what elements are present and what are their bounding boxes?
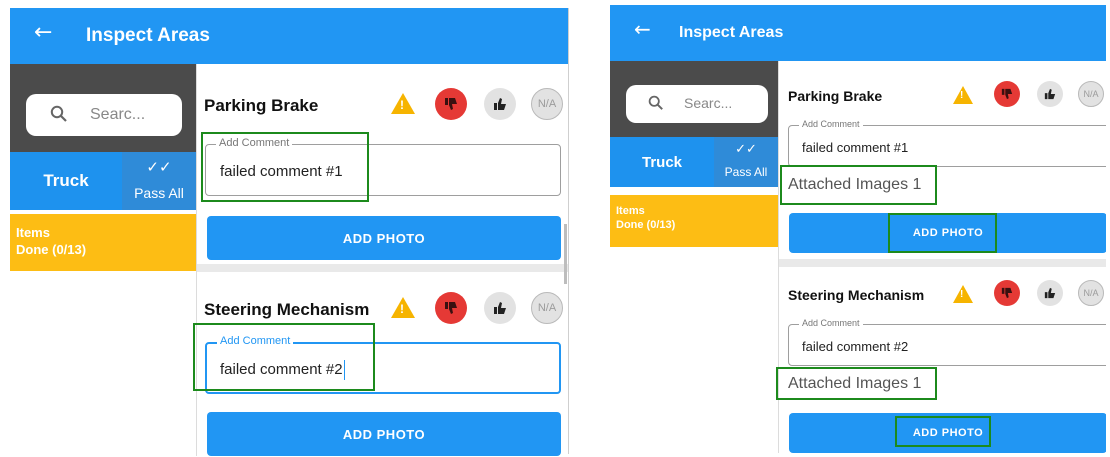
double-check-icon: ✓✓ bbox=[735, 142, 757, 157]
warning-icon: ! bbox=[391, 93, 415, 114]
comment-field[interactable]: Add Comment failed comment #2 bbox=[788, 318, 1106, 366]
warning-icon: ! bbox=[953, 285, 973, 303]
inspection-list: Parking Brake ! N/A Add Comment failed c… bbox=[778, 61, 1106, 453]
back-arrow-icon[interactable]: ← bbox=[634, 17, 651, 41]
na-button[interactable]: N/A bbox=[1078, 81, 1104, 107]
comment-field-label: Add Comment bbox=[799, 318, 863, 328]
scrollbar[interactable] bbox=[564, 224, 567, 284]
tab-truck[interactable]: Truck bbox=[10, 152, 122, 210]
items-done-count: Done (0/13) bbox=[16, 242, 87, 257]
thumbs-up-icon bbox=[494, 98, 506, 110]
na-button[interactable]: N/A bbox=[531, 292, 563, 324]
items-label: Items bbox=[16, 225, 50, 240]
thumbs-up-button[interactable] bbox=[484, 88, 516, 120]
thumbs-down-icon bbox=[445, 302, 457, 314]
thumbs-down-icon bbox=[1001, 287, 1013, 299]
thumbs-up-icon bbox=[494, 302, 506, 314]
search-input[interactable]: Searc... bbox=[626, 85, 768, 123]
items-label: Items bbox=[616, 205, 645, 217]
item-title: Parking Brake bbox=[204, 96, 319, 115]
double-check-icon: ✓✓ bbox=[146, 158, 172, 176]
tab-bar: Truck ✓✓ Pass All bbox=[610, 137, 778, 187]
comment-field-value: failed comment #2 bbox=[220, 360, 345, 380]
na-label: N/A bbox=[537, 98, 557, 110]
search-input[interactable]: Searc... bbox=[26, 94, 182, 136]
page-title: Inspect Areas bbox=[679, 24, 784, 41]
item-title: Steering Mechanism bbox=[204, 300, 370, 319]
page-title: Inspect Areas bbox=[86, 25, 210, 46]
item-divider bbox=[197, 264, 568, 272]
tab-truck-label: Truck bbox=[43, 171, 89, 190]
thumbs-down-button[interactable] bbox=[435, 88, 467, 120]
thumbs-up-icon bbox=[1044, 88, 1056, 100]
search-placeholder: Searc... bbox=[90, 106, 146, 123]
tab-bar: Truck ✓✓ Pass All bbox=[10, 152, 196, 210]
search-icon bbox=[50, 105, 68, 128]
comment-field-label: Add Comment bbox=[799, 119, 863, 129]
screen-separator bbox=[568, 8, 569, 454]
items-progress: Items Done (0/13) bbox=[610, 195, 778, 247]
add-photo-button[interactable]: ADD PHOTO bbox=[207, 412, 561, 456]
item-title: Parking Brake bbox=[788, 88, 883, 104]
comment-field-label: Add Comment bbox=[217, 335, 294, 347]
item-divider bbox=[779, 259, 1106, 267]
left-panel: Searc... Truck ✓✓ Pass All Items Done (0… bbox=[610, 61, 778, 453]
search-icon bbox=[648, 95, 664, 116]
app-bar: ← Inspect Areas bbox=[10, 8, 568, 64]
thumbs-down-button[interactable] bbox=[994, 81, 1020, 107]
items-progress: Items Done (0/13) bbox=[10, 214, 196, 271]
comment-field-value: failed comment #2 bbox=[802, 339, 909, 354]
comment-field-value: failed comment #1 bbox=[220, 163, 343, 180]
na-label: N/A bbox=[537, 302, 557, 314]
attached-images-label: Attached Images 1 bbox=[788, 375, 922, 392]
tab-truck-label: Truck bbox=[641, 153, 683, 171]
screen-after: ← Inspect Areas Searc... Truck ✓✓ Pass A… bbox=[610, 5, 1106, 453]
na-label: N/A bbox=[1083, 89, 1099, 99]
add-photo-button[interactable]: ADD PHOTO bbox=[207, 216, 561, 260]
thumbs-down-icon bbox=[1001, 88, 1013, 100]
thumbs-down-button[interactable] bbox=[994, 280, 1020, 306]
app-bar: ← Inspect Areas bbox=[610, 5, 1106, 61]
thumbs-down-button[interactable] bbox=[435, 292, 467, 324]
pass-all-label: Pass All bbox=[724, 165, 768, 179]
add-photo-label: ADD PHOTO bbox=[342, 230, 426, 246]
thumbs-up-icon bbox=[1044, 287, 1056, 299]
comment-field-label: Add Comment bbox=[216, 137, 293, 149]
add-photo-label: ADD PHOTO bbox=[912, 227, 984, 239]
comment-field[interactable]: Add Comment failed comment #1 bbox=[788, 119, 1106, 167]
attached-images-label: Attached Images 1 bbox=[788, 176, 922, 193]
add-photo-button[interactable]: ADD PHOTO bbox=[789, 213, 1106, 253]
warning-icon: ! bbox=[391, 297, 415, 318]
add-photo-label: ADD PHOTO bbox=[912, 427, 984, 439]
thumbs-up-button[interactable] bbox=[484, 292, 516, 324]
thumbs-down-icon bbox=[445, 98, 457, 110]
inspection-list: Parking Brake ! N/A Add Comment failed c… bbox=[196, 64, 568, 456]
screen-before: ← Inspect Areas Searc... Truck ✓✓ Pass A… bbox=[10, 8, 568, 456]
na-button[interactable]: N/A bbox=[531, 88, 563, 120]
thumbs-up-button[interactable] bbox=[1037, 280, 1063, 306]
items-done-count: Done (0/13) bbox=[616, 219, 676, 231]
na-label: N/A bbox=[1083, 288, 1099, 298]
text-cursor bbox=[343, 360, 345, 380]
na-button[interactable]: N/A bbox=[1078, 280, 1104, 306]
item-title: Steering Mechanism bbox=[788, 287, 925, 303]
left-panel: Searc... Truck ✓✓ Pass All Items Done (0… bbox=[10, 64, 196, 456]
pass-all-button[interactable]: ✓✓ Pass All bbox=[714, 137, 778, 187]
add-photo-button[interactable]: ADD PHOTO bbox=[789, 413, 1106, 453]
pass-all-label: Pass All bbox=[134, 185, 184, 201]
comment-field[interactable]: Add Comment failed comment #2 bbox=[205, 335, 561, 394]
back-arrow-icon[interactable]: ← bbox=[34, 20, 52, 45]
thumbs-up-button[interactable] bbox=[1037, 81, 1063, 107]
comment-field[interactable]: Add Comment failed comment #1 bbox=[205, 137, 561, 196]
pass-all-button[interactable]: ✓✓ Pass All bbox=[122, 152, 196, 210]
tab-truck[interactable]: Truck bbox=[610, 137, 714, 187]
warning-icon: ! bbox=[953, 86, 973, 104]
add-photo-label: ADD PHOTO bbox=[342, 426, 426, 442]
search-placeholder: Searc... bbox=[684, 95, 733, 111]
comment-field-value: failed comment #1 bbox=[802, 140, 909, 155]
